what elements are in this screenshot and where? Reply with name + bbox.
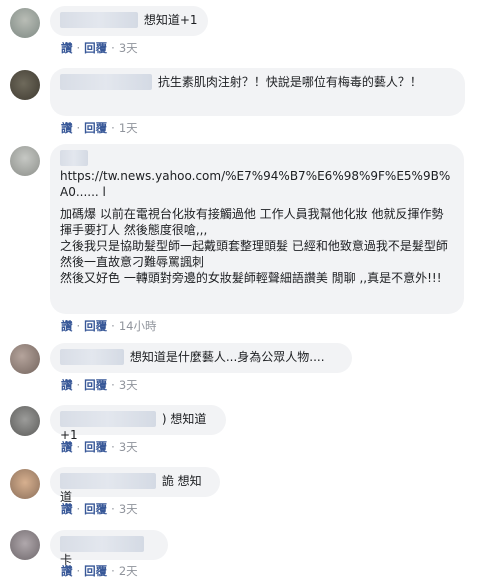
like-button[interactable]: 讚 <box>61 440 73 454</box>
commenter-name[interactable] <box>60 411 156 427</box>
avatar[interactable] <box>10 146 40 176</box>
reply-button[interactable]: 回覆 <box>84 319 107 333</box>
commenter-name[interactable] <box>60 536 144 552</box>
comment-bubble: 抗生素肌肉注射？！快說是哪位有梅毒的藝人？！ <box>50 68 465 116</box>
comment-link[interactable]: https://tw.news.yahoo.com/%E7%94%B7%E6%9… <box>60 168 454 200</box>
avatar[interactable] <box>10 70 40 100</box>
avatar[interactable] <box>10 530 40 560</box>
commenter-name[interactable] <box>60 349 124 365</box>
like-button[interactable]: 讚 <box>61 378 73 392</box>
comment-actions: 讚 · 回覆 · 3天 <box>61 440 138 454</box>
comment-text: 想知道是什麼藝人...身為公眾人物.... <box>129 350 325 364</box>
reply-button[interactable]: 回覆 <box>84 121 107 135</box>
comment-bubble: 卡 <box>50 530 168 567</box>
reply-button[interactable]: 回覆 <box>84 502 107 516</box>
comment-actions: 讚 · 回覆 · 1天 <box>61 121 138 135</box>
like-button[interactable]: 讚 <box>61 564 73 578</box>
comment-line-1: 加碼爆 以前在電視台化妝有接觸過他 工作人員我幫他化妝 他就反揮作勢揮手要打人 … <box>60 207 444 237</box>
commenter-name[interactable] <box>60 12 138 28</box>
comment-actions: 讚 · 回覆 · 3天 <box>61 502 138 516</box>
comment-bubble: 想知道是什麼藝人...身為公眾人物.... <box>50 343 352 373</box>
avatar[interactable] <box>10 406 40 436</box>
comment-time[interactable]: 14小時 <box>119 319 157 333</box>
comment-actions: 讚 · 回覆 · 14小時 <box>61 319 157 333</box>
comment-time[interactable]: 3天 <box>119 378 138 392</box>
avatar[interactable] <box>10 469 40 499</box>
comment-bubble: https://tw.news.yahoo.com/%E7%94%B7%E6%9… <box>50 144 464 314</box>
like-button[interactable]: 讚 <box>61 121 73 135</box>
commenter-name[interactable] <box>60 150 88 166</box>
like-button[interactable]: 讚 <box>61 41 73 55</box>
comment-actions: 讚 · 回覆 · 3天 <box>61 41 138 55</box>
comment-bubble: 詭 想知道 <box>50 467 220 504</box>
comment-time[interactable]: 2天 <box>119 564 138 578</box>
reply-button[interactable]: 回覆 <box>84 440 107 454</box>
reply-button[interactable]: 回覆 <box>84 41 107 55</box>
like-button[interactable]: 讚 <box>61 319 73 333</box>
like-button[interactable]: 讚 <box>61 502 73 516</box>
comment-actions: 讚 · 回覆 · 3天 <box>61 378 138 392</box>
comment-time[interactable]: 3天 <box>119 502 138 516</box>
comment-actions: 讚 · 回覆 · 2天 <box>61 564 138 578</box>
comment-text: 抗生素肌肉注射？！快說是哪位有梅毒的藝人？！ <box>157 75 422 89</box>
comment-bubble: 想知道+1 <box>50 6 208 36</box>
avatar[interactable] <box>10 8 40 38</box>
reply-button[interactable]: 回覆 <box>84 564 107 578</box>
comment-time[interactable]: 3天 <box>119 440 138 454</box>
reply-button[interactable]: 回覆 <box>84 378 107 392</box>
commenter-name[interactable] <box>60 473 156 489</box>
comment-text: 想知道+1 <box>143 13 198 27</box>
commenter-name[interactable] <box>60 74 152 90</box>
comment-time[interactable]: 1天 <box>119 121 138 135</box>
comment-line-2: 之後我只是協助髮型師一起戴頭套整理頭髮 已經和他致意過我不是髮型師 然後一直故意… <box>60 239 448 269</box>
avatar[interactable] <box>10 344 40 374</box>
comment-line-3: 然後又好色 一轉頭對旁邊的女妝髮師輕聲細語讚美 閒聊 ,,真是不意外!!! <box>60 271 442 285</box>
comment-time[interactable]: 3天 <box>119 41 138 55</box>
comment-bubble: ) 想知道+1 <box>50 405 226 442</box>
